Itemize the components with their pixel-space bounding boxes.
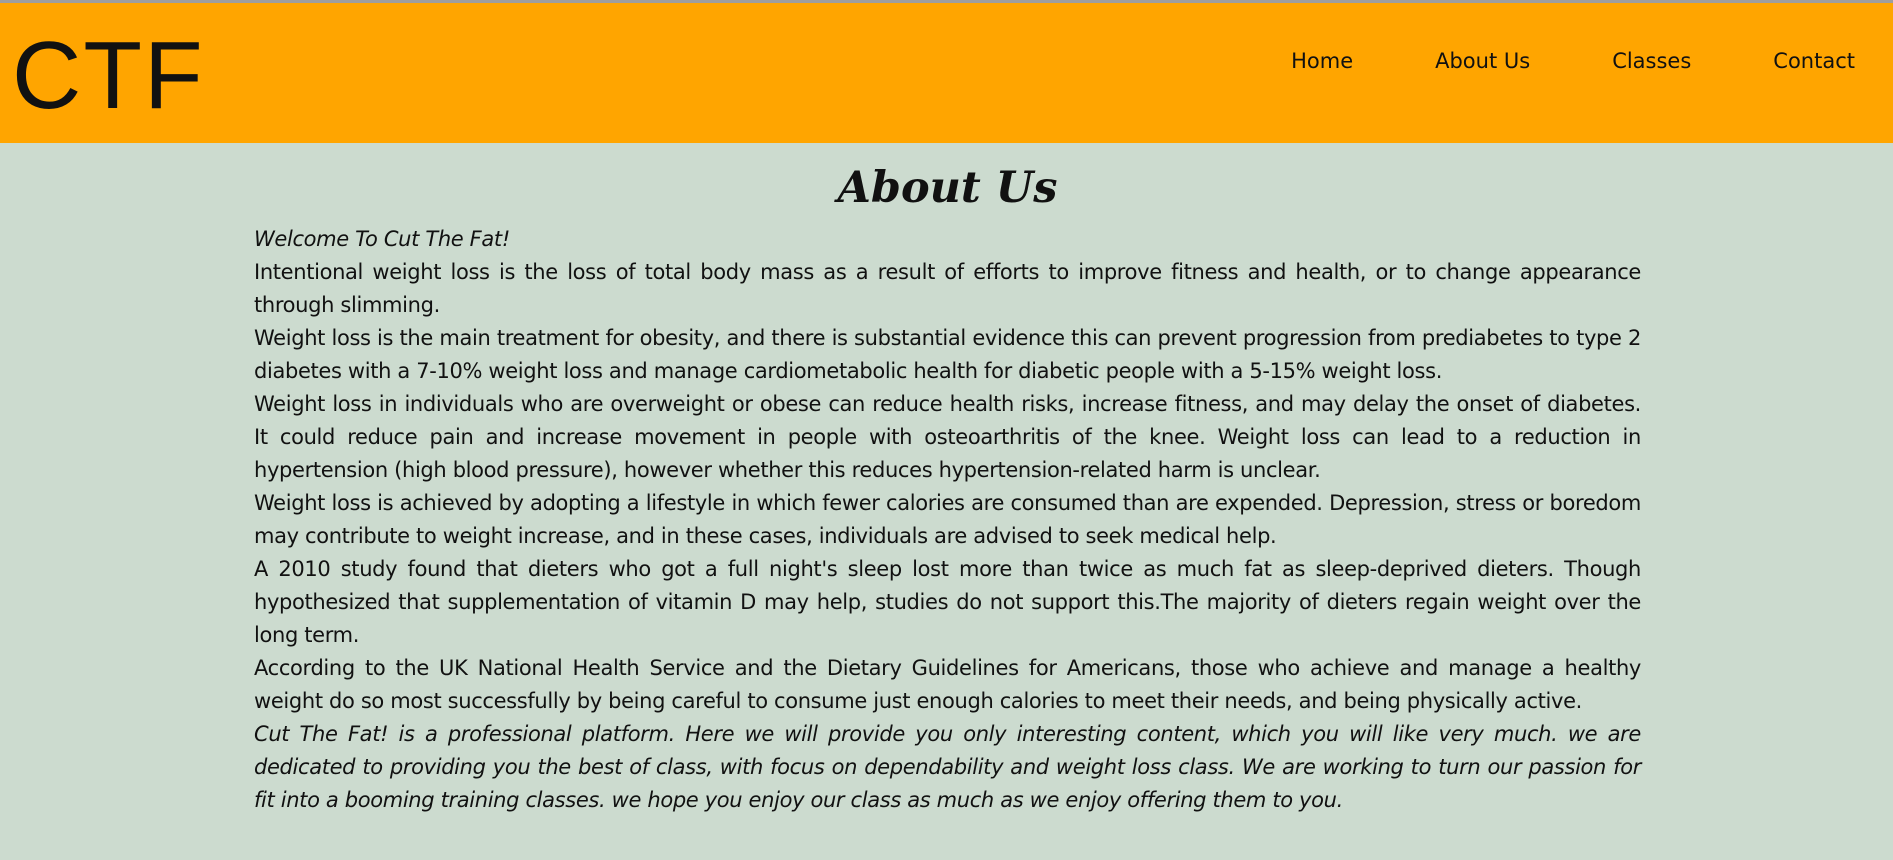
paragraph-intentional-loss: Intentional weight loss is the loss of t…: [254, 260, 1641, 317]
nav-classes-link[interactable]: Classes: [1612, 43, 1691, 79]
page-title: About Us: [837, 163, 1058, 213]
paragraph-health-risks: Weight loss in individuals who are overw…: [254, 392, 1641, 482]
paragraph-nhs-guidelines: According to the UK National Health Serv…: [254, 656, 1641, 713]
nav-home-link[interactable]: Home: [1291, 43, 1353, 79]
nav-contact-link[interactable]: Contact: [1773, 43, 1855, 79]
nav-about-link[interactable]: About Us: [1435, 43, 1530, 79]
paragraph-platform-about: Cut The Fat! is a professional platform.…: [254, 722, 1641, 812]
site-logo[interactable]: CTF: [12, 21, 205, 131]
site-header: CTF Home About Us Classes Contact: [0, 0, 1893, 143]
welcome-line: Welcome To Cut The Fat!: [254, 227, 510, 251]
paragraph-sleep-study: A 2010 study found that dieters who got …: [254, 557, 1641, 647]
paragraph-obesity-treatment: Weight loss is the main treatment for ob…: [254, 326, 1641, 383]
about-content: About Us Welcome To Cut The Fat! Intenti…: [254, 143, 1641, 817]
paragraph-lifestyle: Weight loss is achieved by adopting a li…: [254, 491, 1641, 548]
main-nav: Home About Us Classes Contact: [1209, 43, 1855, 79]
